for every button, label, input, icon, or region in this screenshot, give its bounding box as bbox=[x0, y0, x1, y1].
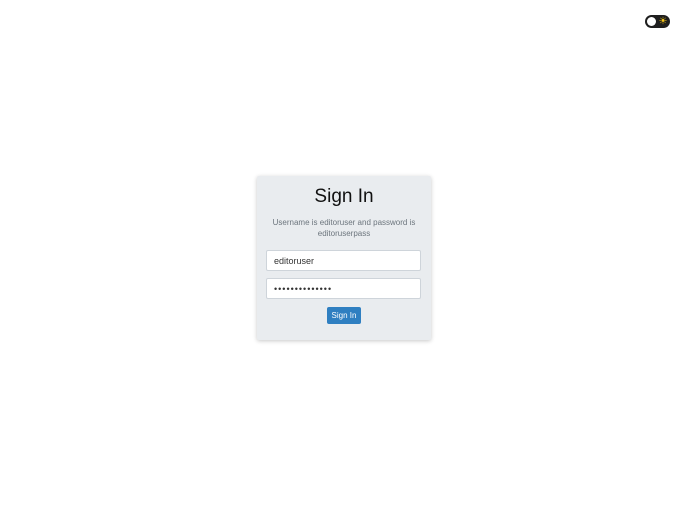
password-input[interactable] bbox=[266, 278, 421, 299]
username-input[interactable] bbox=[266, 250, 421, 271]
sun-icon: ☀ bbox=[658, 16, 668, 27]
page-title: Sign In bbox=[314, 186, 374, 207]
page: ☀ Sign In Username is editoruser and pas… bbox=[0, 0, 688, 512]
sign-in-button[interactable]: Sign In bbox=[327, 307, 361, 324]
theme-toggle[interactable]: ☀ bbox=[645, 15, 670, 28]
credentials-hint: Username is editoruser and password is e… bbox=[272, 218, 416, 238]
login-card: Sign In Username is editoruser and passw… bbox=[257, 176, 431, 340]
toggle-knob bbox=[647, 17, 656, 26]
